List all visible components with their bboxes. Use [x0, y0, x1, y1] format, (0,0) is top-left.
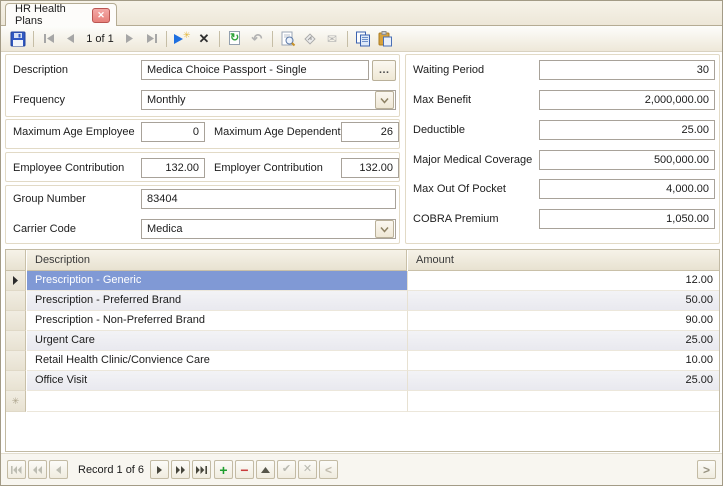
row-description[interactable]: Prescription - Generic	[27, 271, 407, 291]
frequency-select[interactable]: Monthly	[141, 90, 396, 110]
nav-edit-row-icon[interactable]	[256, 460, 275, 479]
nav-cancel-icon[interactable]: ✕	[298, 460, 317, 479]
drill-down-icon[interactable]	[300, 29, 320, 49]
record-count-label: Record 1 of 6	[78, 464, 144, 476]
close-icon[interactable]: ✕	[92, 8, 110, 23]
nav-add-row-icon[interactable]: +	[214, 460, 233, 479]
print-preview-icon[interactable]	[278, 29, 298, 49]
frequency-dropdown-icon[interactable]	[375, 91, 394, 109]
deductible-label: Deductible	[413, 124, 465, 136]
maximum-age-dependent-input[interactable]: 26	[341, 122, 399, 142]
record-position: 1 of 1	[82, 33, 118, 45]
row-description[interactable]: Prescription - Preferred Brand	[27, 291, 407, 311]
row-description[interactable]: Office Visit	[27, 371, 407, 391]
refresh-icon[interactable]: ↻	[225, 29, 245, 49]
nav-next-icon[interactable]	[150, 460, 169, 479]
column-header-amount[interactable]: Amount	[408, 250, 719, 271]
table-row[interactable]: Prescription - Generic 12.00	[6, 271, 719, 291]
plan-amounts-grid: Description Amount Prescription - Generi…	[5, 249, 720, 452]
nav-commit-icon[interactable]: ✔	[277, 460, 296, 479]
table-row[interactable]: Office Visit 25.00	[6, 371, 719, 391]
toolbar-separator	[219, 31, 220, 47]
max-benefit-label: Max Benefit	[413, 94, 471, 106]
last-record-icon[interactable]	[141, 29, 161, 49]
description-label: Description	[13, 64, 68, 76]
undo-icon[interactable]: ↶	[247, 29, 267, 49]
waiting-period-input[interactable]: 30	[539, 60, 715, 80]
cobra-premium-label: COBRA Premium	[413, 213, 499, 225]
row-amount[interactable]: 90.00	[407, 311, 719, 331]
row-amount[interactable]: 10.00	[407, 351, 719, 371]
nav-delete-row-icon[interactable]: −	[235, 460, 254, 479]
frequency-label: Frequency	[13, 94, 65, 106]
selected-row-indicator-icon	[6, 271, 26, 291]
nav-last-icon[interactable]	[192, 460, 211, 479]
scroll-left-icon[interactable]: <	[319, 460, 338, 479]
major-medical-coverage-label: Major Medical Coverage	[413, 154, 532, 166]
nav-previous-icon[interactable]	[49, 460, 68, 479]
row-amount[interactable]: 12.00	[407, 271, 719, 291]
row-description[interactable]: Urgent Care	[27, 331, 407, 351]
maximum-age-employee-input[interactable]: 0	[141, 122, 205, 142]
tab-title: HR Health Plans	[15, 3, 92, 27]
table-row[interactable]: Urgent Care 25.00	[6, 331, 719, 351]
row-amount[interactable]: 25.00	[407, 371, 719, 391]
new-record-icon[interactable]: ✳	[172, 29, 192, 49]
app-window: HR Health Plans ✕ 1 of 1	[0, 0, 723, 486]
paste-icon[interactable]	[375, 29, 395, 49]
nav-first-icon[interactable]	[7, 460, 26, 479]
toolbar-separator	[166, 31, 167, 47]
nav-fast-next-icon[interactable]	[171, 460, 190, 479]
row-amount[interactable]: 50.00	[407, 291, 719, 311]
maximum-age-dependent-label: Maximum Age Dependent	[214, 126, 341, 138]
description-lookup-button[interactable]: …	[372, 60, 396, 81]
table-row[interactable]: Retail Health Clinic/Convience Care 10.0…	[6, 351, 719, 371]
maximum-age-employee-label: Maximum Age Employee	[13, 126, 135, 138]
group-number-label: Group Number	[13, 193, 86, 205]
email-icon[interactable]: ✉	[322, 29, 342, 49]
row-description[interactable]: Retail Health Clinic/Convience Care	[27, 351, 407, 371]
nav-fast-previous-icon[interactable]	[28, 460, 47, 479]
save-icon[interactable]	[8, 29, 28, 49]
cobra-premium-input[interactable]: 1,050.00	[539, 209, 715, 229]
previous-record-icon[interactable]	[61, 29, 81, 49]
toolbar: 1 of 1 ✳ ✕ ↻ ↶	[1, 26, 722, 52]
toolbar-separator	[347, 31, 348, 47]
row-description[interactable]: Prescription - Non-Preferred Brand	[27, 311, 407, 331]
tab-hr-health-plans[interactable]: HR Health Plans ✕	[5, 3, 117, 26]
max-out-of-pocket-input[interactable]: 4,000.00	[539, 179, 715, 199]
waiting-period-label: Waiting Period	[413, 64, 484, 76]
employer-contribution-input[interactable]: 132.00	[341, 158, 399, 178]
max-benefit-input[interactable]: 2,000,000.00	[539, 90, 715, 110]
toolbar-separator	[272, 31, 273, 47]
employer-contribution-label: Employer Contribution	[214, 162, 323, 174]
row-amount[interactable]: 25.00	[407, 331, 719, 351]
carrier-code-label: Carrier Code	[13, 223, 76, 235]
description-input[interactable]: Medica Choice Passport - Single	[141, 60, 369, 80]
delete-record-icon[interactable]: ✕	[194, 29, 214, 49]
table-row[interactable]: Prescription - Preferred Brand 50.00	[6, 291, 719, 311]
new-row[interactable]: ✳	[6, 391, 719, 412]
grid-corner-cell	[6, 250, 26, 271]
carrier-code-dropdown-icon[interactable]	[375, 220, 394, 238]
toolbar-separator	[33, 31, 34, 47]
table-row[interactable]: Prescription - Non-Preferred Brand 90.00	[6, 311, 719, 331]
employee-contribution-label: Employee Contribution	[13, 162, 124, 174]
major-medical-coverage-input[interactable]: 500,000.00	[539, 150, 715, 170]
scroll-right-icon[interactable]: >	[697, 460, 716, 479]
next-record-icon[interactable]	[119, 29, 139, 49]
max-out-of-pocket-label: Max Out Of Pocket	[413, 183, 506, 195]
first-record-icon[interactable]	[39, 29, 59, 49]
tab-bar: HR Health Plans ✕	[1, 1, 722, 26]
employee-contribution-input[interactable]: 132.00	[141, 158, 205, 178]
copy-icon[interactable]	[353, 29, 373, 49]
column-header-description[interactable]: Description	[27, 250, 407, 271]
deductible-input[interactable]: 25.00	[539, 120, 715, 140]
carrier-code-select[interactable]: Medica	[141, 219, 396, 239]
group-number-input[interactable]: 83404	[141, 189, 396, 209]
new-row-marker-icon: ✳	[6, 391, 26, 412]
record-navigator: Record 1 of 6 + − ✔ ✕ < >	[1, 453, 722, 485]
